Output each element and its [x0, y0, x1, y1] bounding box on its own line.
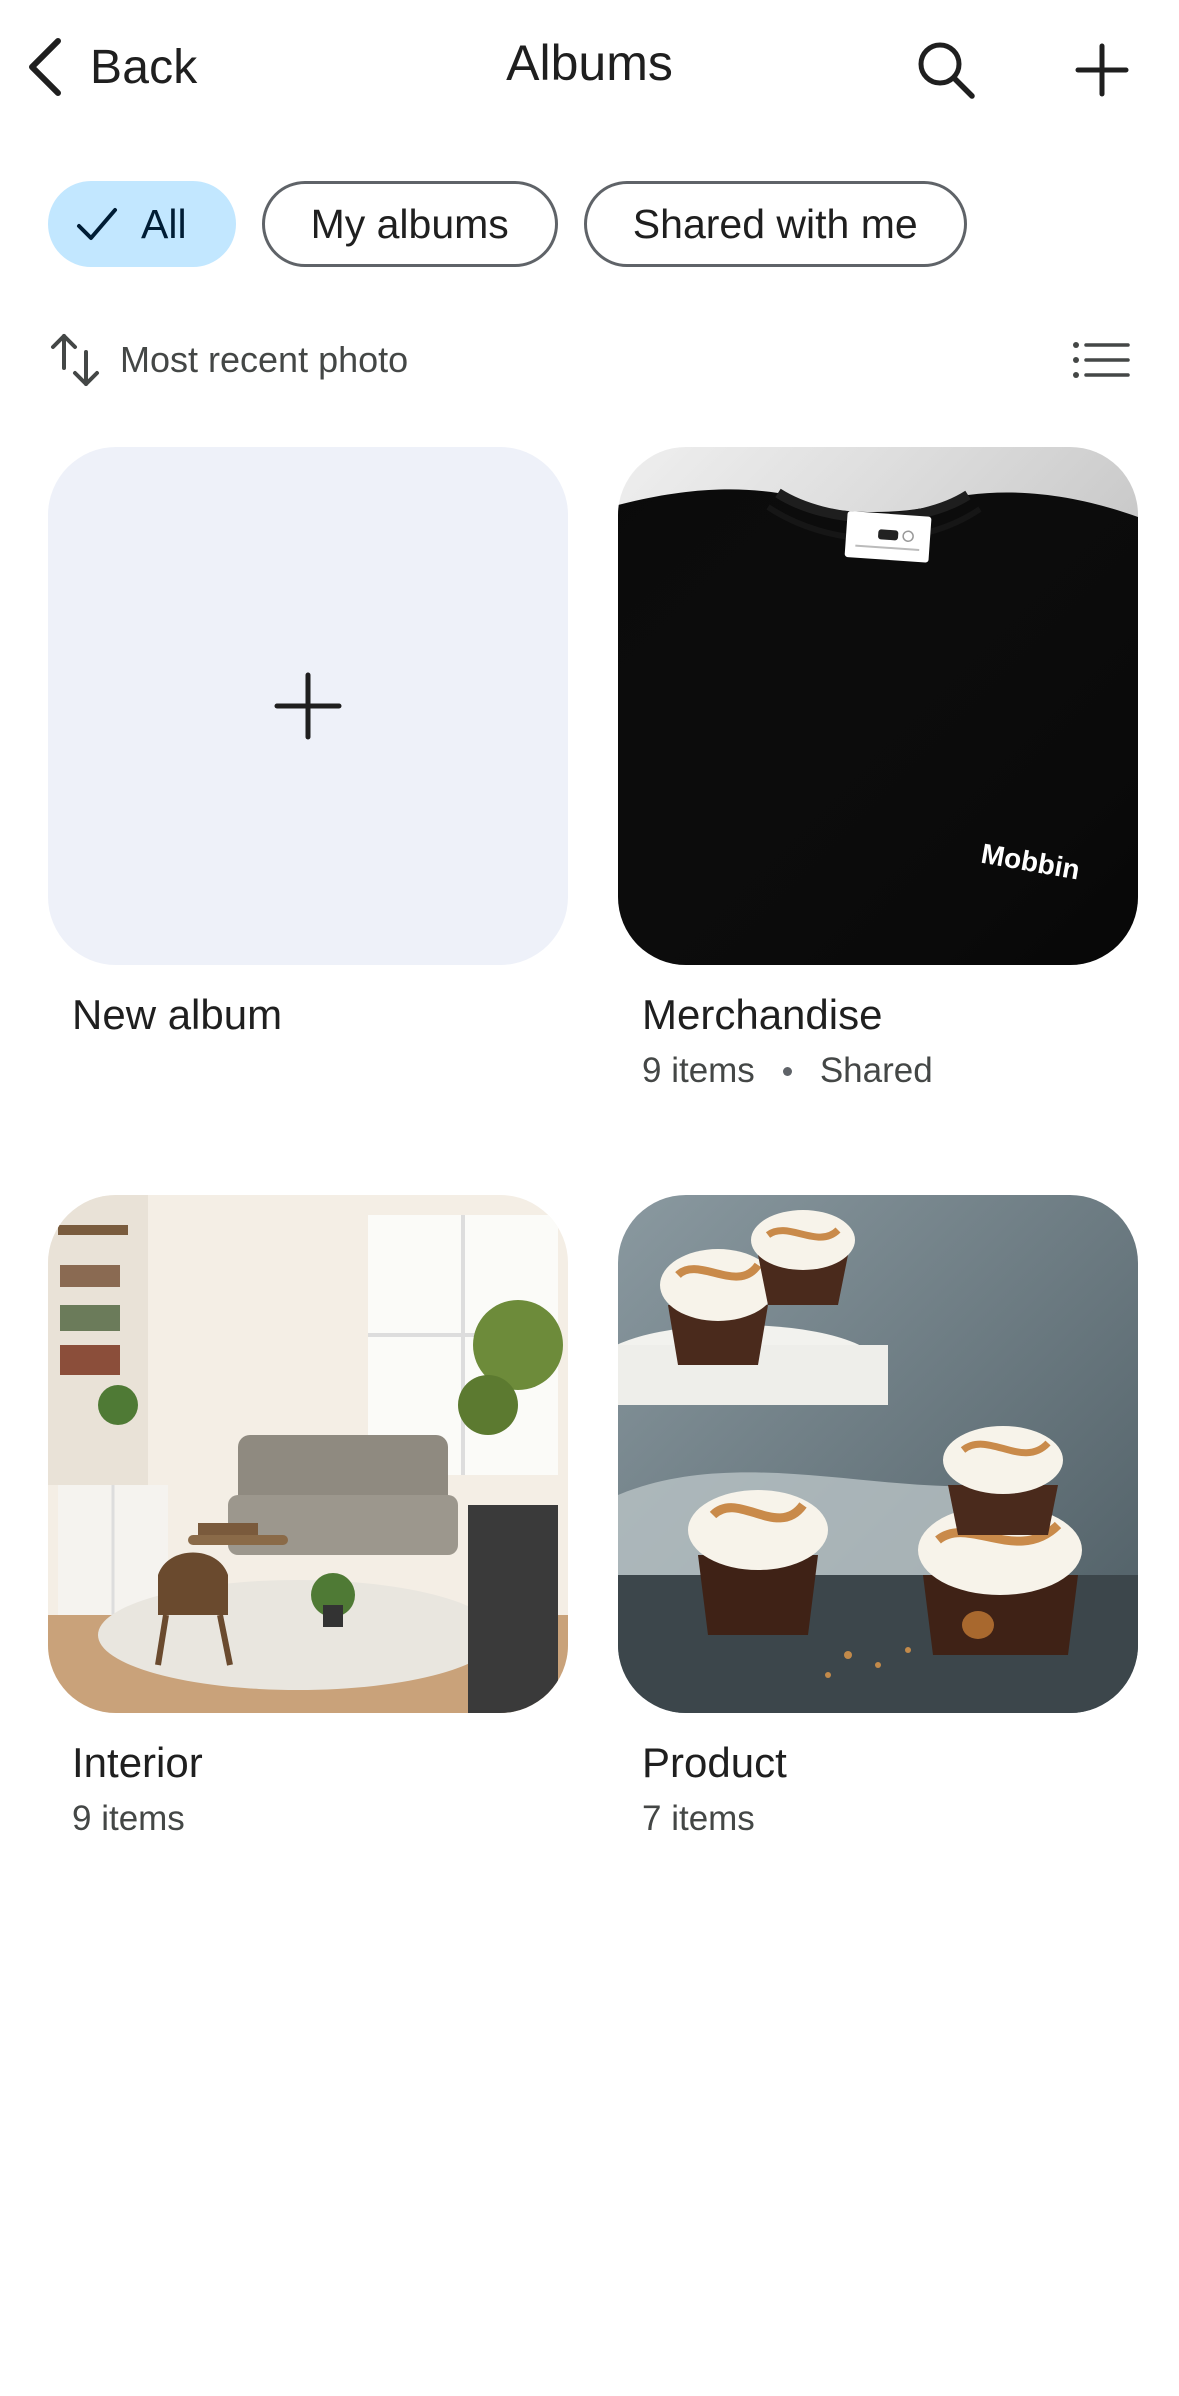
album-card-merchandise[interactable]: Mobbin Merchandise 9 items Shared [618, 447, 1138, 1091]
living-room-photo [48, 1195, 568, 1713]
album-shared-label: Shared [819, 1051, 933, 1090]
album-item-count: 7 items [642, 1799, 755, 1838]
sort-button[interactable]: Most recent photo [48, 325, 408, 395]
sort-arrows-icon [51, 334, 99, 386]
album-card-interior[interactable]: Interior 9 items [48, 1195, 568, 1839]
check-icon [77, 208, 117, 240]
chip-all-label: All [141, 200, 187, 247]
album-item-count: 9 items [642, 1051, 755, 1090]
list-view-icon [1073, 342, 1130, 378]
filter-chips: All My albums Shared with me [48, 181, 967, 267]
chip-my-albums[interactable]: My albums [261, 181, 558, 267]
cupcakes-photo [618, 1195, 1138, 1713]
back-label: Back [90, 40, 198, 94]
album-title: New album [72, 991, 283, 1038]
search-icon [918, 42, 975, 99]
album-meta: 9 items Shared [642, 1051, 1138, 1091]
album-title: Interior [72, 1739, 203, 1786]
new-album-card[interactable]: New album [48, 447, 568, 1039]
album-title: Merchandise [642, 991, 883, 1038]
top-app-bar: Back Albums [0, 0, 1179, 135]
album-thumbnail [618, 1195, 1138, 1713]
album-meta: 7 items [642, 1799, 1138, 1839]
chip-shared-with-me[interactable]: Shared with me [583, 181, 967, 267]
separator-dot [782, 1066, 792, 1076]
back-button[interactable]: Back [22, 30, 198, 104]
album-meta: 9 items [72, 1799, 568, 1839]
plus-icon [274, 672, 342, 740]
album-thumbnail [48, 1195, 568, 1713]
chip-my-albums-label: My albums [310, 200, 509, 247]
tshirt-photo: Mobbin [618, 447, 1138, 965]
album-title: Product [642, 1739, 787, 1786]
plus-icon [1075, 43, 1129, 97]
add-button[interactable] [1062, 30, 1142, 110]
list-view-button[interactable] [1071, 330, 1131, 390]
album-card-product[interactable]: Product 7 items [618, 1195, 1138, 1839]
new-album-tile[interactable] [48, 447, 568, 965]
sort-row: Most recent photo [48, 325, 1131, 395]
search-button[interactable] [906, 30, 986, 110]
chip-shared-label: Shared with me [632, 200, 918, 247]
sort-label: Most recent photo [120, 339, 409, 380]
album-item-count: 9 items [72, 1799, 185, 1838]
album-thumbnail: Mobbin [618, 447, 1138, 965]
chip-all[interactable]: All [48, 181, 236, 267]
chevron-left-icon [29, 38, 61, 96]
